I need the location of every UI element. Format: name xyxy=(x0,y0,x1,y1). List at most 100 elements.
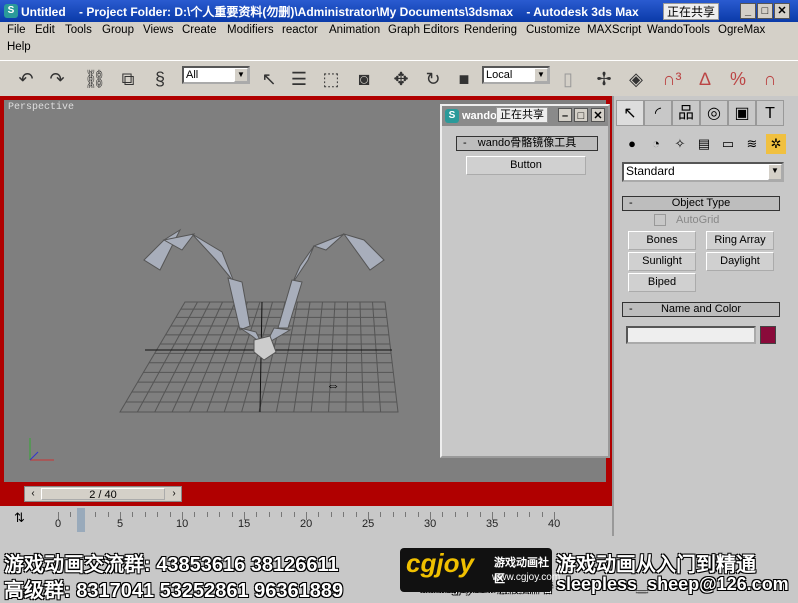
close-button[interactable]: ✕ xyxy=(774,3,790,19)
maximize-button[interactable]: □ xyxy=(574,108,588,122)
object-name-input[interactable] xyxy=(626,326,756,344)
menu-animation[interactable]: Animation xyxy=(329,24,380,36)
shapes-icon[interactable]: ◔ xyxy=(646,134,666,154)
main-toolbar: ↶ ↷ ⛓ ⧉ § All ▼ ↖ ☰ ⬚ ◙ ✥ ↻ ■ Local ▼ ▯ ✢ … xyxy=(0,60,798,96)
menu-help[interactable]: Help xyxy=(7,41,31,53)
maximize-button[interactable]: □ xyxy=(757,3,773,19)
percent-snap-icon[interactable]: % xyxy=(726,67,750,91)
menu-create[interactable]: Create xyxy=(182,24,217,36)
utilities-tab-icon[interactable]: T xyxy=(756,100,784,126)
menu-ogremax[interactable]: OgreMax xyxy=(718,24,765,36)
motion-tab-icon[interactable]: ◎ xyxy=(700,100,728,126)
wando-floater-window: S wando 正在共享 – □ ✕ - wando骨骼镜像工具 Button xyxy=(440,104,610,458)
ring-array-button[interactable]: Ring Array xyxy=(706,231,774,250)
geometry-icon[interactable]: ● xyxy=(622,134,642,154)
rotate-icon[interactable]: ↻ xyxy=(421,67,445,91)
helpers-icon[interactable]: ▭ xyxy=(718,134,738,154)
selection-filter-dropdown[interactable]: All ▼ xyxy=(182,66,250,84)
chevron-right-icon[interactable]: › xyxy=(167,488,181,500)
object-color-swatch[interactable] xyxy=(760,326,776,344)
link-icon[interactable]: ⛓ xyxy=(83,67,107,91)
chevron-left-icon[interactable]: ‹ xyxy=(26,488,40,500)
lights-icon[interactable]: ✧ xyxy=(670,134,690,154)
menu-views[interactable]: Views xyxy=(143,24,173,36)
chevron-down-icon: ▼ xyxy=(534,68,548,82)
redo-icon[interactable]: ↷ xyxy=(45,67,69,91)
selection-filter-value: All xyxy=(186,69,199,81)
menu-bar: File Edit Tools Group Views Create Modif… xyxy=(0,22,798,60)
minimize-button[interactable]: – xyxy=(558,108,572,122)
chevron-down-icon: ▼ xyxy=(234,68,248,82)
snap-3d-icon[interactable]: ∩³ xyxy=(660,67,684,91)
category-dropdown[interactable]: Standard ▼ xyxy=(622,162,784,182)
frame-tick xyxy=(132,512,134,517)
logo-text: cgjoy xyxy=(406,548,474,578)
frame-label: 10 xyxy=(176,518,189,530)
move-icon[interactable]: ✥ xyxy=(389,67,413,91)
keyboard-shortcut-icon[interactable]: ◈ xyxy=(624,67,648,91)
unlink-icon[interactable]: ⧉ xyxy=(116,67,140,91)
time-slider[interactable]: ‹ 2 / 40 › xyxy=(24,486,182,502)
coord-system-dropdown[interactable]: Local ▼ xyxy=(482,66,550,84)
modify-tab-icon[interactable]: ◜ xyxy=(644,100,672,126)
daylight-button[interactable]: Daylight xyxy=(706,252,774,271)
menu-edit[interactable]: Edit xyxy=(35,24,55,36)
frame-counter[interactable]: 2 / 40 xyxy=(41,488,165,501)
angle-snap-icon[interactable]: ∆ xyxy=(693,67,717,91)
scale-icon[interactable]: ■ xyxy=(452,67,476,91)
curve-editor-icon[interactable]: ⇅ xyxy=(14,510,25,526)
cgjoy-logo: cgjoy 游戏动画社区 www.cgjoy.com xyxy=(400,548,560,592)
frame-tick xyxy=(169,512,171,517)
window-crossing-icon[interactable]: ◙ xyxy=(352,67,376,91)
sunlight-button[interactable]: Sunlight xyxy=(628,252,696,271)
display-tab-icon[interactable]: ▣ xyxy=(728,100,756,126)
sharing-badge: 正在共享 xyxy=(663,3,720,20)
overlay-text-right1: 游戏动画从入门到精通 xyxy=(556,554,756,576)
menu-graph-editors[interactable]: Graph Editors xyxy=(388,24,459,36)
spinner-snap-icon[interactable]: ∩ xyxy=(758,67,782,91)
manipulate-icon[interactable]: ✢ xyxy=(592,67,616,91)
systems-icon[interactable]: ✲ xyxy=(766,134,786,154)
biped-button[interactable]: Biped xyxy=(628,273,696,292)
resize-cursor-icon: ⇔ xyxy=(326,377,340,393)
cameras-icon[interactable]: ▤ xyxy=(694,134,714,154)
select-icon[interactable]: ↖ xyxy=(257,67,281,91)
bind-space-warp-icon[interactable]: § xyxy=(148,67,172,91)
menu-wandotools[interactable]: WandoTools xyxy=(647,24,710,36)
space-warps-icon[interactable]: ≋ xyxy=(742,134,762,154)
menu-reactor[interactable]: reactor xyxy=(282,24,318,36)
rect-region-icon[interactable]: ⬚ xyxy=(319,67,343,91)
pivot-icon[interactable]: ▯ xyxy=(556,67,580,91)
frame-tick xyxy=(107,512,109,517)
menu-modifiers[interactable]: Modifiers xyxy=(227,24,274,36)
frame-tick xyxy=(454,512,456,517)
frame-tick xyxy=(157,512,159,517)
hierarchy-tab-icon[interactable]: 品 xyxy=(672,100,700,126)
autogrid-checkbox[interactable] xyxy=(654,214,666,226)
object-type-rollout-header[interactable]: - Object Type xyxy=(622,196,780,211)
category-value: Standard xyxy=(626,164,675,178)
wando-button[interactable]: Button xyxy=(466,156,586,175)
menu-file[interactable]: File xyxy=(7,24,26,36)
frame-tick xyxy=(529,512,531,517)
menu-maxscript[interactable]: MAXScript xyxy=(587,24,641,36)
menu-rendering[interactable]: Rendering xyxy=(464,24,517,36)
track-bar[interactable]: ⇅ 0 5 10 15 20 25 30 35 40 xyxy=(0,506,612,538)
menu-customize[interactable]: Customize xyxy=(526,24,580,36)
frame-tick xyxy=(479,512,481,517)
undo-icon[interactable]: ↶ xyxy=(14,67,38,91)
window-title: Untitled - Project Folder: D:\个人重要资料(勿删)… xyxy=(21,4,639,19)
close-button[interactable]: ✕ xyxy=(591,108,605,122)
menu-tools[interactable]: Tools xyxy=(65,24,92,36)
create-tab-icon[interactable]: ↖ xyxy=(616,100,644,126)
frame-tick xyxy=(231,512,233,517)
name-color-rollout-header[interactable]: - Name and Color xyxy=(622,302,780,317)
menu-group[interactable]: Group xyxy=(102,24,134,36)
viewport-label[interactable]: Perspective xyxy=(8,102,74,113)
select-by-name-icon[interactable]: ☰ xyxy=(287,67,311,91)
minimize-button[interactable]: _ xyxy=(740,3,756,19)
current-frame-marker[interactable] xyxy=(77,508,85,532)
bones-button[interactable]: Bones xyxy=(628,231,696,250)
frame-tick xyxy=(219,512,221,517)
wando-rollout-header[interactable]: - wando骨骼镜像工具 xyxy=(456,136,598,151)
